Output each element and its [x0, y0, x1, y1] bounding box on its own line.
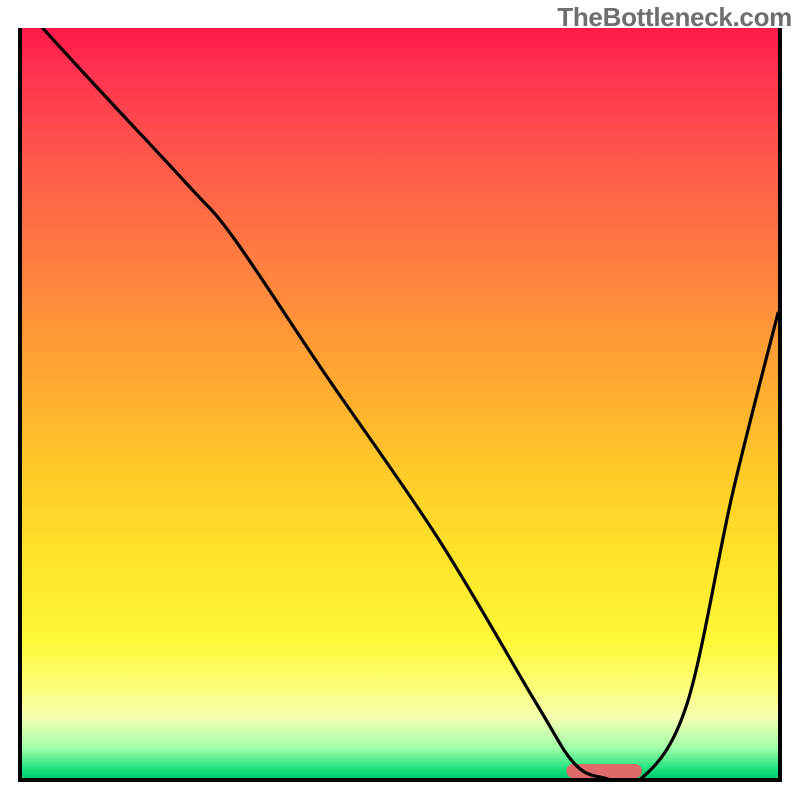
plot-area	[18, 28, 782, 782]
chart-container: TheBottleneck.com	[0, 0, 800, 800]
chart-overlay	[22, 28, 778, 778]
bottleneck-curve	[22, 28, 778, 778]
